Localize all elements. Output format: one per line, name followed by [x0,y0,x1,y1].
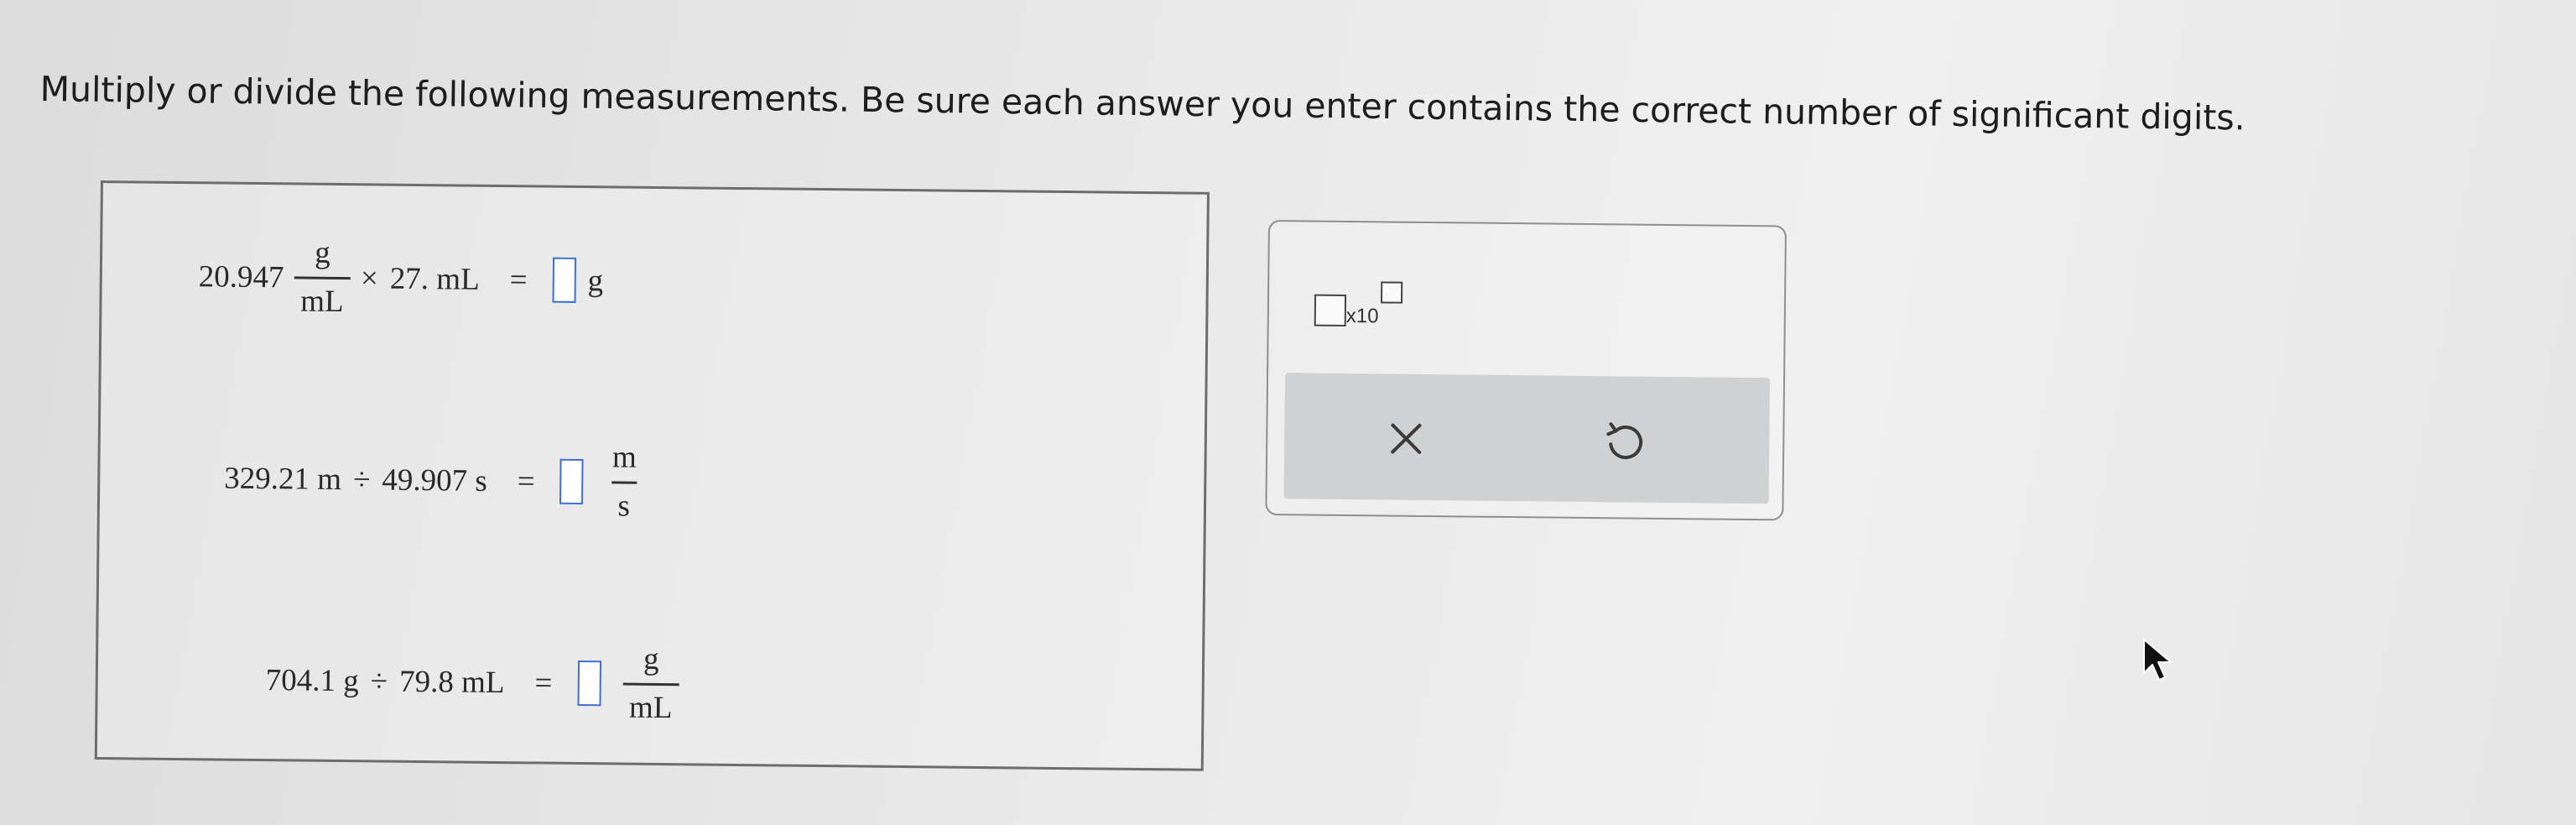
equals-sign: = [534,665,553,701]
x-icon [1391,423,1422,454]
answer-3-unit-fraction: g mL [622,642,679,727]
sci-notation-label: x10 [1345,304,1379,328]
problem-2-second-value: 49.907 s [382,462,487,499]
answer-input-1[interactable] [552,257,576,303]
problem-box: 20.947 g mL × 27. mL = g 329.21 m ÷ 49.9… [94,180,1210,771]
equals-sign: = [509,262,528,297]
fraction-denominator: mL [622,682,679,727]
instructions-text: Multiply or divide the following measure… [39,69,2246,138]
sci-notation-base-box [1314,294,1347,326]
fraction-denominator: s [611,480,637,525]
undo-button[interactable] [1586,403,1663,479]
sci-notation-exponent-box [1380,281,1402,304]
divide-operator: ÷ [352,462,371,497]
fraction-numerator: g [315,235,331,270]
problem-1-value: 20.947 [198,258,284,295]
problem-row-2: 329.21 m ÷ 49.907 s = m s [224,436,653,525]
problem-2-first-value: 329.21 m [224,461,342,497]
times-operator: × [360,260,379,296]
fraction-numerator: g [643,641,659,676]
problem-row-3: 704.1 g ÷ 79.8 mL = g mL [265,638,690,727]
scientific-notation-button[interactable]: x10 [1314,281,1402,329]
problem-3-second-value: 79.8 mL [398,664,505,700]
answer-input-2[interactable] [559,458,584,505]
mouse-pointer-icon [2143,639,2172,681]
answer-input-3[interactable] [577,661,601,707]
problem-1-second-value: 27. mL [389,261,480,297]
fraction-numerator: m [611,440,637,475]
problem-row-1: 20.947 g mL × 27. mL = g [198,234,603,322]
undo-icon [1606,422,1643,459]
equals-sign: = [517,463,535,499]
divide-operator: ÷ [370,663,388,699]
tools-panel: x10 [1265,220,1787,521]
action-bar [1283,373,1771,504]
answer-2-unit-fraction: m s [605,440,643,525]
problem-3-first-value: 704.1 g [265,662,359,698]
clear-button[interactable] [1368,400,1444,477]
fraction-denominator: mL [294,275,351,321]
problem-1-unit-fraction: g mL [294,235,351,321]
answer-1-unit: g [587,263,604,298]
